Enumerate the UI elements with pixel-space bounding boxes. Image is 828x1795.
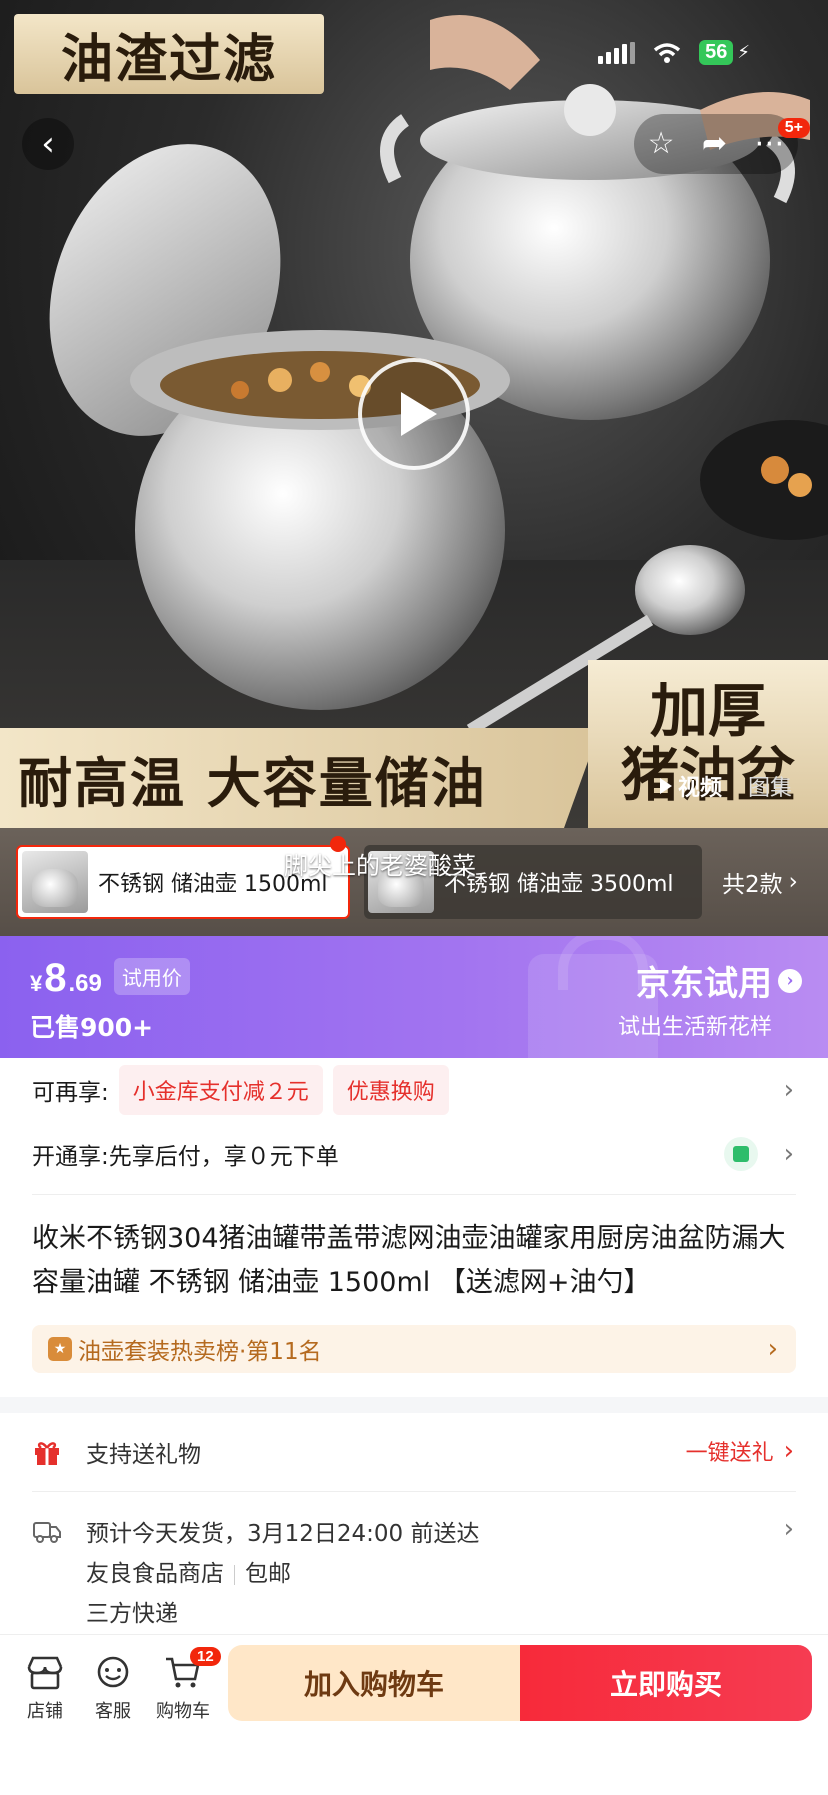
add-to-cart-button[interactable]: 加入购物车 xyxy=(228,1645,520,1721)
gift-action[interactable]: 一键送礼 › xyxy=(686,1435,794,1467)
delivery-row[interactable]: 预计今天发货，3月12日24:00 前送达 友良食品商店 包邮 三方快递 › xyxy=(0,1492,828,1634)
shop-shipping: 友良食品商店 包邮 xyxy=(86,1554,480,1594)
chevron-right-icon: › xyxy=(783,1075,794,1105)
wifi-icon xyxy=(653,42,681,63)
offer-row-extra[interactable]: 可再享: 小金库支付减２元 优惠换购 › xyxy=(0,1058,828,1122)
chevron-right-icon: › xyxy=(783,1436,794,1466)
video-play-button[interactable] xyxy=(358,358,470,470)
delivery-estimate: 预计今天发货，3月12日24:00 前送达 xyxy=(86,1521,480,1547)
price: ¥ 8 .69 试用价 xyxy=(30,956,190,1001)
hero-promo-box: 加厚 猪油盆 xyxy=(588,660,828,828)
play-small-icon xyxy=(660,778,672,794)
chevron-right-icon: › xyxy=(788,869,798,895)
danmaku-comment: 脚尖上的老婆酸菜 xyxy=(284,852,476,880)
product-image-carousel[interactable]: 油渣过滤 56 ⚡ ‹ ☆ ➦ ⋯ 5+ 耐高温 大容量储油 加厚 猪油盆 视频… xyxy=(0,0,828,828)
nav-shop-label: 店铺 xyxy=(27,1701,63,1722)
store-icon xyxy=(27,1656,63,1690)
jd-trial-subtitle: 试出生活新花样 xyxy=(617,1015,772,1040)
nav-service[interactable]: 客服 xyxy=(78,1655,148,1723)
variant-count: 共2款 xyxy=(722,872,783,898)
gift-label: 支持送礼物 xyxy=(86,1442,201,1468)
buy-now-button[interactable]: 立即购买 xyxy=(520,1645,812,1721)
bottom-action-bar: 店铺 客服 购物车 12 加入购物车 立即购买 xyxy=(0,1634,828,1795)
section-gap xyxy=(0,1397,828,1413)
nav-cart[interactable]: 购物车 12 xyxy=(148,1647,221,1723)
nav-service-label: 客服 xyxy=(95,1701,131,1722)
price-banner: ¥ 8 .69 试用价 已售900+ 京东试用 › 试出生活新花样 xyxy=(0,936,828,1058)
arrow-circle-icon: › xyxy=(778,968,802,993)
favorite-star-icon[interactable]: ☆ xyxy=(648,129,675,159)
rank-badge-icon: ★ xyxy=(48,1337,72,1361)
battery-indicator: 56 xyxy=(699,40,734,65)
message-badge: 5+ xyxy=(777,118,810,138)
media-video-tab[interactable]: 视频 xyxy=(660,770,722,802)
offer-chip-exchange[interactable]: 优惠换购 xyxy=(332,1065,449,1115)
variant-count-link[interactable]: 共2款 › xyxy=(722,865,798,899)
variant-label: 不锈钢 储油壶 3500ml xyxy=(444,872,674,897)
ranking-link[interactable]: ★ 油壶套装热卖榜·第11名 › xyxy=(32,1325,796,1373)
status-bar: 56 ⚡ xyxy=(598,40,750,65)
variant-thumbnail xyxy=(22,851,88,913)
courier-label: 三方快递 xyxy=(86,1601,178,1627)
play-icon xyxy=(401,392,437,436)
offer-chip-coupon[interactable]: 小金库支付减２元 xyxy=(118,1065,323,1115)
jd-trial-title: 京东试用 xyxy=(636,964,772,1004)
price-decimal: .69 xyxy=(68,970,102,997)
sold-count: 已售900+ xyxy=(30,1013,154,1042)
price-integer: 8 xyxy=(44,956,67,1000)
chat-face-icon xyxy=(97,1656,129,1688)
promo-line-1: 加厚 xyxy=(649,677,766,746)
top-action-group: ☆ ➦ ⋯ xyxy=(634,114,798,174)
trial-price-tag: 试用价 xyxy=(113,958,190,995)
ranking-text: 油壶套装热卖榜·第11名 xyxy=(78,1339,322,1365)
shipping-label: 包邮 xyxy=(245,1561,291,1587)
nav-shop[interactable]: 店铺 xyxy=(10,1655,80,1723)
offer-row-paylater[interactable]: 开通享:先享后付，享０元下单 › xyxy=(0,1122,828,1186)
back-button[interactable]: ‹ xyxy=(22,118,74,170)
product-title: 收米不锈钢304猪油罐带盖带滤网油壶油罐家用厨房油盆防漏大容量油罐 不锈钢 储油… xyxy=(32,1223,786,1298)
chevron-right-icon: › xyxy=(783,1514,794,1544)
share-icon[interactable]: ➦ xyxy=(702,129,727,159)
nav-cart-label: 购物车 xyxy=(156,1701,210,1722)
wallet-icon xyxy=(724,1137,758,1171)
hero-promo-text: 耐高温 大容量储油 xyxy=(0,728,600,828)
hero-top-banner: 油渣过滤 xyxy=(14,14,324,94)
gift-icon xyxy=(35,1442,59,1465)
price-currency: ¥ xyxy=(30,971,43,996)
chevron-right-icon: › xyxy=(783,1139,794,1169)
paylater-text: 开通享:先享后付，享０元下单 xyxy=(32,1144,339,1170)
media-gallery-tab[interactable]: 图集 xyxy=(748,770,792,802)
variant-selector: 不锈钢 储油壶 1500ml 不锈钢 储油壶 3500ml 共2款 › xyxy=(0,828,828,936)
offer-label: 可再享: xyxy=(32,1080,109,1106)
jd-trial-link[interactable]: 京东试用 › 试出生活新花样 xyxy=(618,956,802,1041)
media-toggle: 视频 图集 xyxy=(660,770,792,802)
gift-row[interactable]: 支持送礼物 一键送礼 › xyxy=(0,1413,828,1483)
truck-icon xyxy=(33,1522,61,1543)
back-icon: ‹ xyxy=(41,124,55,164)
charging-icon: ⚡ xyxy=(737,42,750,63)
product-details: 可再享: 小金库支付减２元 优惠换购 › 开通享:先享后付，享０元下单 › 收米… xyxy=(0,1058,828,1634)
shop-name: 友良食品商店 xyxy=(86,1561,224,1587)
chevron-right-icon: › xyxy=(767,1334,778,1364)
cart-count-badge: 12 xyxy=(190,1647,221,1666)
signal-icon xyxy=(598,41,636,64)
